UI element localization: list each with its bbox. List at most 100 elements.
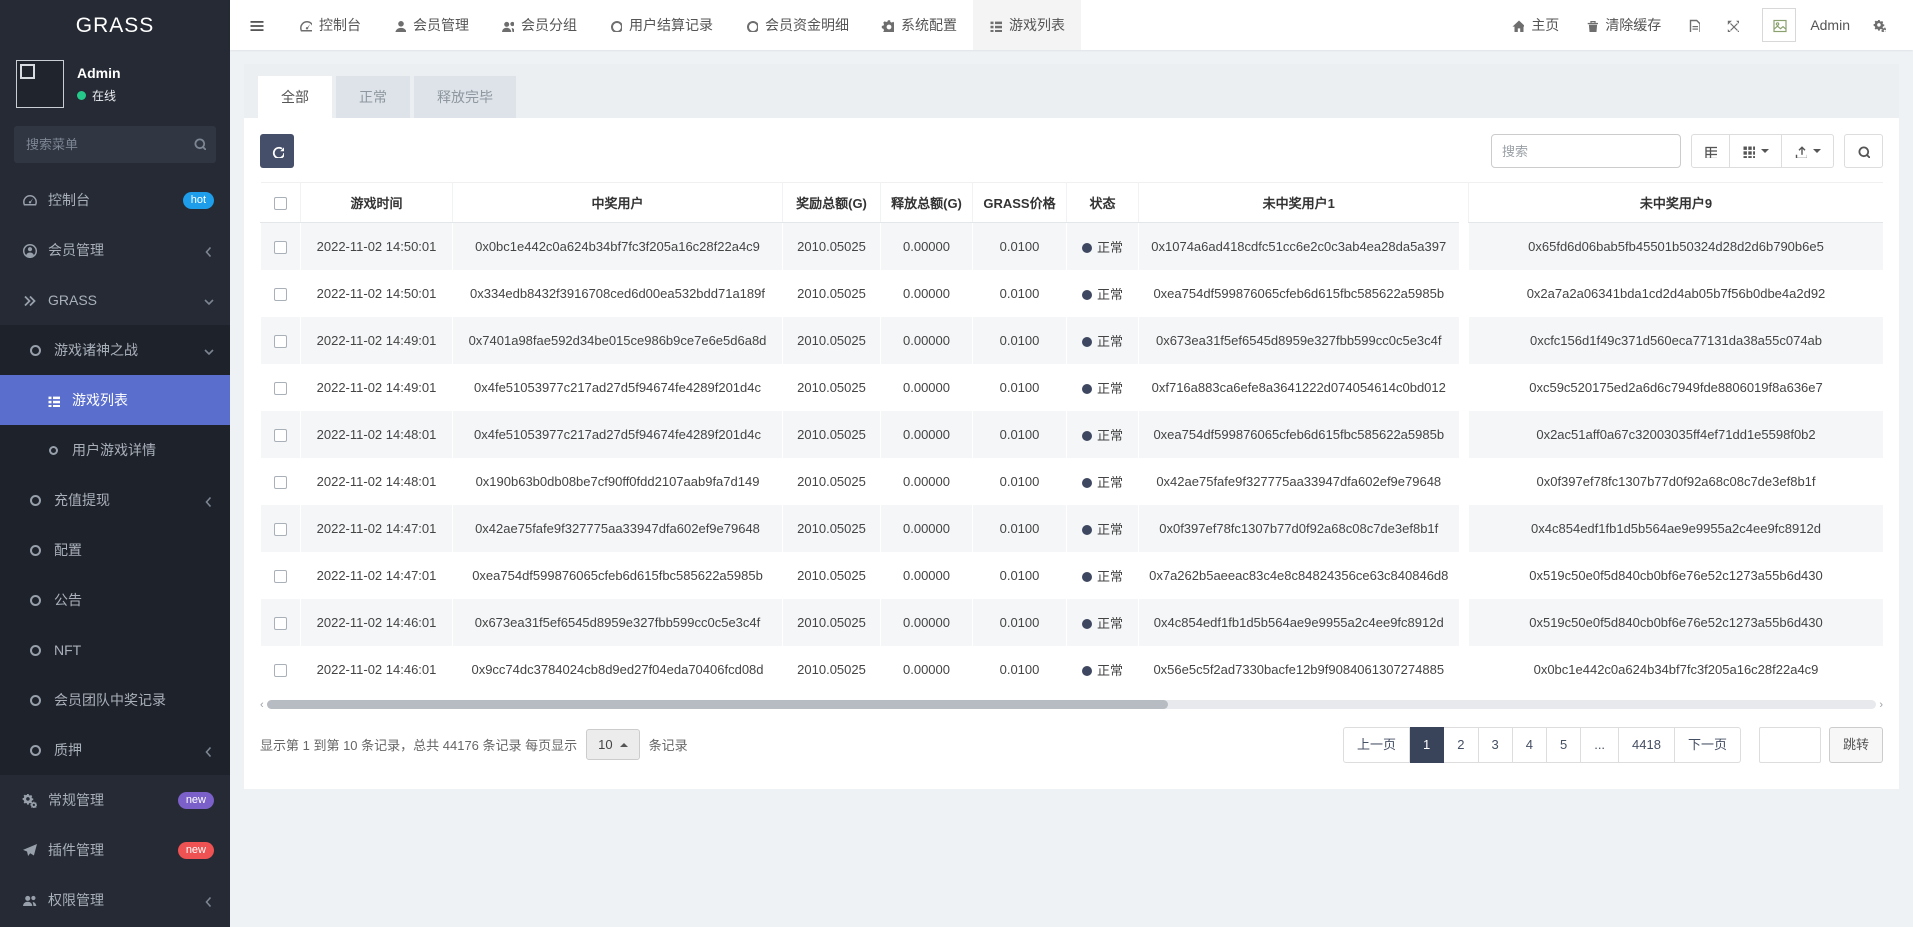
page-ellipsis[interactable]: ... <box>1581 727 1619 763</box>
topnav-game-list[interactable]: 游戏列表 <box>973 0 1081 50</box>
cell-price: 0.0100 <box>973 317 1067 364</box>
cell-status: 正常 <box>1067 411 1139 458</box>
user-status: 在线 <box>77 87 121 104</box>
col-grass-price[interactable]: GRASS价格 <box>973 183 1067 223</box>
topnav-members[interactable]: 会员管理 <box>377 0 485 50</box>
row-checkbox[interactable] <box>274 335 287 348</box>
sidebar-item-game-list[interactable]: 游戏列表 <box>0 375 230 425</box>
col-released-total[interactable]: 释放总额(G) <box>881 183 973 223</box>
sidebar-item-config[interactable]: 配置 <box>0 525 230 575</box>
admin-menu[interactable]: Admin <box>1800 17 1860 33</box>
toggle-view-button[interactable] <box>1691 134 1730 168</box>
sidebar-item-grass[interactable]: GRASS <box>0 275 230 325</box>
clear-cache-label: 清除缓存 <box>1605 15 1661 35</box>
col-status[interactable]: 状态 <box>1067 183 1139 223</box>
page-button-1[interactable]: 1 <box>1410 727 1444 763</box>
clear-cache-button[interactable]: 清除缓存 <box>1572 15 1674 35</box>
page-button-3[interactable]: 3 <box>1479 727 1513 763</box>
sidebar-item-team-prize-records[interactable]: 会员团队中奖记录 <box>0 675 230 725</box>
tab-all[interactable]: 全部 <box>258 76 332 118</box>
advanced-search-button[interactable] <box>1844 134 1883 168</box>
tab-released[interactable]: 释放完毕 <box>414 76 516 118</box>
sidebar-item-game-of-gods[interactable]: 游戏诸神之战 <box>0 325 230 375</box>
next-page-button[interactable]: 下一页 <box>1675 727 1741 763</box>
cell-price: 0.0100 <box>973 411 1067 458</box>
sidebar-menu: 控制台 hot 会员管理 GRASS 游戏诸神之战 游戏列表 <box>0 175 230 927</box>
table-row: 2022-11-02 14:48:01 0x190b63b0db08be7cf9… <box>261 458 1884 505</box>
select-all-checkbox[interactable] <box>274 197 287 210</box>
chevron-left-icon <box>201 494 214 507</box>
hamburger-menu-icon[interactable] <box>230 0 283 50</box>
sidebar-item-label: GRASS <box>48 292 97 308</box>
cell-price: 0.0100 <box>973 458 1067 505</box>
topnav-dashboard[interactable]: 控制台 <box>283 0 377 50</box>
topbar-avatar[interactable] <box>1762 8 1796 42</box>
topnav-member-groups[interactable]: 会员分组 <box>485 0 593 50</box>
prev-page-button[interactable]: 上一页 <box>1343 727 1410 763</box>
row-checkbox[interactable] <box>274 382 287 395</box>
chevron-left-icon <box>201 244 214 257</box>
row-checkbox[interactable] <box>274 523 287 536</box>
column-gap <box>1459 183 1469 223</box>
row-checkbox[interactable] <box>274 476 287 489</box>
sidebar-item-general-management[interactable]: 常规管理 new <box>0 775 230 825</box>
sidebar-search-input[interactable] <box>14 126 216 163</box>
page-button-4[interactable]: 4 <box>1513 727 1547 763</box>
col-reward-total[interactable]: 奖励总额(G) <box>783 183 881 223</box>
scrollbar-thumb[interactable] <box>267 700 1168 709</box>
sidebar-item-label: 会员管理 <box>48 240 104 260</box>
sidebar-item-dashboard[interactable]: 控制台 hot <box>0 175 230 225</box>
page-button-2[interactable]: 2 <box>1444 727 1478 763</box>
row-checkbox[interactable] <box>274 288 287 301</box>
jump-button[interactable]: 跳转 <box>1829 727 1883 763</box>
columns-button[interactable] <box>1730 134 1782 168</box>
sidebar-item-members[interactable]: 会员管理 <box>0 225 230 275</box>
sidebar-item-staking[interactable]: 质押 <box>0 725 230 775</box>
cell-loser1: 0xf716a883ca6efe8a3641222d074054614c0bd0… <box>1139 364 1459 411</box>
sidebar-item-permission-management[interactable]: 权限管理 <box>0 875 230 925</box>
chevron-left-icon <box>201 894 214 907</box>
export-button[interactable] <box>1782 134 1834 168</box>
sidebar-item-label: 控制台 <box>48 190 90 210</box>
sidebar-item-announcement[interactable]: 公告 <box>0 575 230 625</box>
row-checkbox[interactable] <box>274 617 287 630</box>
col-loser1[interactable]: 未中奖用户1 <box>1139 183 1459 223</box>
fullscreen-button[interactable] <box>1713 19 1752 32</box>
log-file-button[interactable] <box>1674 19 1713 32</box>
row-checkbox[interactable] <box>274 241 287 254</box>
page-button-5[interactable]: 5 <box>1547 727 1581 763</box>
col-game-time[interactable]: 游戏时间 <box>301 183 453 223</box>
scroll-right-icon[interactable]: › <box>1879 699 1883 711</box>
status-label: 正常 <box>1097 475 1123 490</box>
sidebar-item-recharge-withdraw[interactable]: 充值提现 <box>0 475 230 525</box>
page-size-select[interactable]: 10 <box>586 729 639 760</box>
scrollbar-track[interactable] <box>267 700 1877 709</box>
row-checkbox[interactable] <box>274 429 287 442</box>
row-checkbox[interactable] <box>274 570 287 583</box>
topnav-settlement-records[interactable]: 用户结算记录 <box>593 0 729 50</box>
scroll-left-icon[interactable]: ‹ <box>260 699 264 711</box>
tab-normal[interactable]: 正常 <box>336 76 410 118</box>
topnav-fund-details[interactable]: 会员资金明细 <box>729 0 865 50</box>
cogs-icon <box>20 793 39 808</box>
row-checkbox[interactable] <box>274 664 287 677</box>
col-winner[interactable]: 中奖用户 <box>453 183 783 223</box>
cell-reward: 2010.05025 <box>783 270 881 317</box>
topnav-system-config[interactable]: 系统配置 <box>865 0 973 50</box>
avatar[interactable] <box>16 60 64 108</box>
table-search-input[interactable] <box>1491 134 1681 168</box>
refresh-button[interactable] <box>260 134 294 168</box>
status-dot-icon <box>1082 290 1092 300</box>
home-button[interactable]: 主页 <box>1498 15 1572 35</box>
col-loser9[interactable]: 未中奖用户9 <box>1469 183 1884 223</box>
status-label: 正常 <box>1097 522 1123 537</box>
tachometer-icon <box>299 19 312 32</box>
sidebar-item-nft[interactable]: NFT <box>0 625 230 675</box>
sidebar-item-user-game-detail[interactable]: 用户游戏详情 <box>0 425 230 475</box>
table-row: 2022-11-02 14:49:01 0x7401a98fae592d34be… <box>261 317 1884 364</box>
settings-button[interactable] <box>1860 19 1899 32</box>
jump-page-input[interactable] <box>1759 727 1821 763</box>
sidebar-item-plugin-management[interactable]: 插件管理 new <box>0 825 230 875</box>
broken-image-icon <box>1772 18 1787 33</box>
page-button-last[interactable]: 4418 <box>1619 727 1675 763</box>
